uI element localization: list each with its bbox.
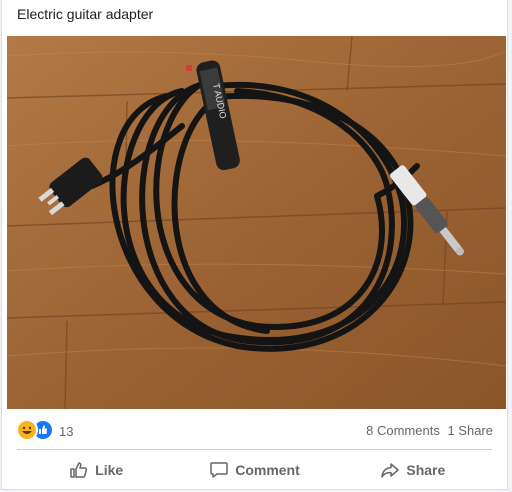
engagement-counts: 8 Comments 1 Share (362, 423, 493, 438)
comments-count-link[interactable]: 8 Comments (366, 423, 440, 438)
like-button[interactable]: Like (17, 452, 175, 488)
like-label: Like (95, 462, 124, 478)
photo-image: T AUDIO (7, 36, 506, 409)
share-icon (381, 463, 400, 478)
comment-icon (210, 462, 228, 478)
share-button[interactable]: Share (334, 452, 492, 488)
shares-count-link[interactable]: 1 Share (447, 423, 493, 438)
post-photo[interactable]: T AUDIO (7, 36, 506, 409)
actions-divider (17, 449, 492, 450)
share-label: Share (406, 462, 446, 478)
post-text: Electric guitar adapter (17, 6, 154, 22)
reaction-count: 13 (59, 424, 74, 439)
haha-icon (16, 419, 38, 441)
post-stats: 13 8 Comments 1 Share (2, 416, 507, 444)
post-actions: Like Comment Share (17, 452, 492, 488)
comment-button[interactable]: Comment (175, 452, 333, 488)
post-card: Electric guitar adapter T AUDIO 13 8 Com… (1, 0, 508, 490)
comment-label: Comment (235, 462, 300, 478)
thumbs-up-icon (70, 462, 88, 478)
